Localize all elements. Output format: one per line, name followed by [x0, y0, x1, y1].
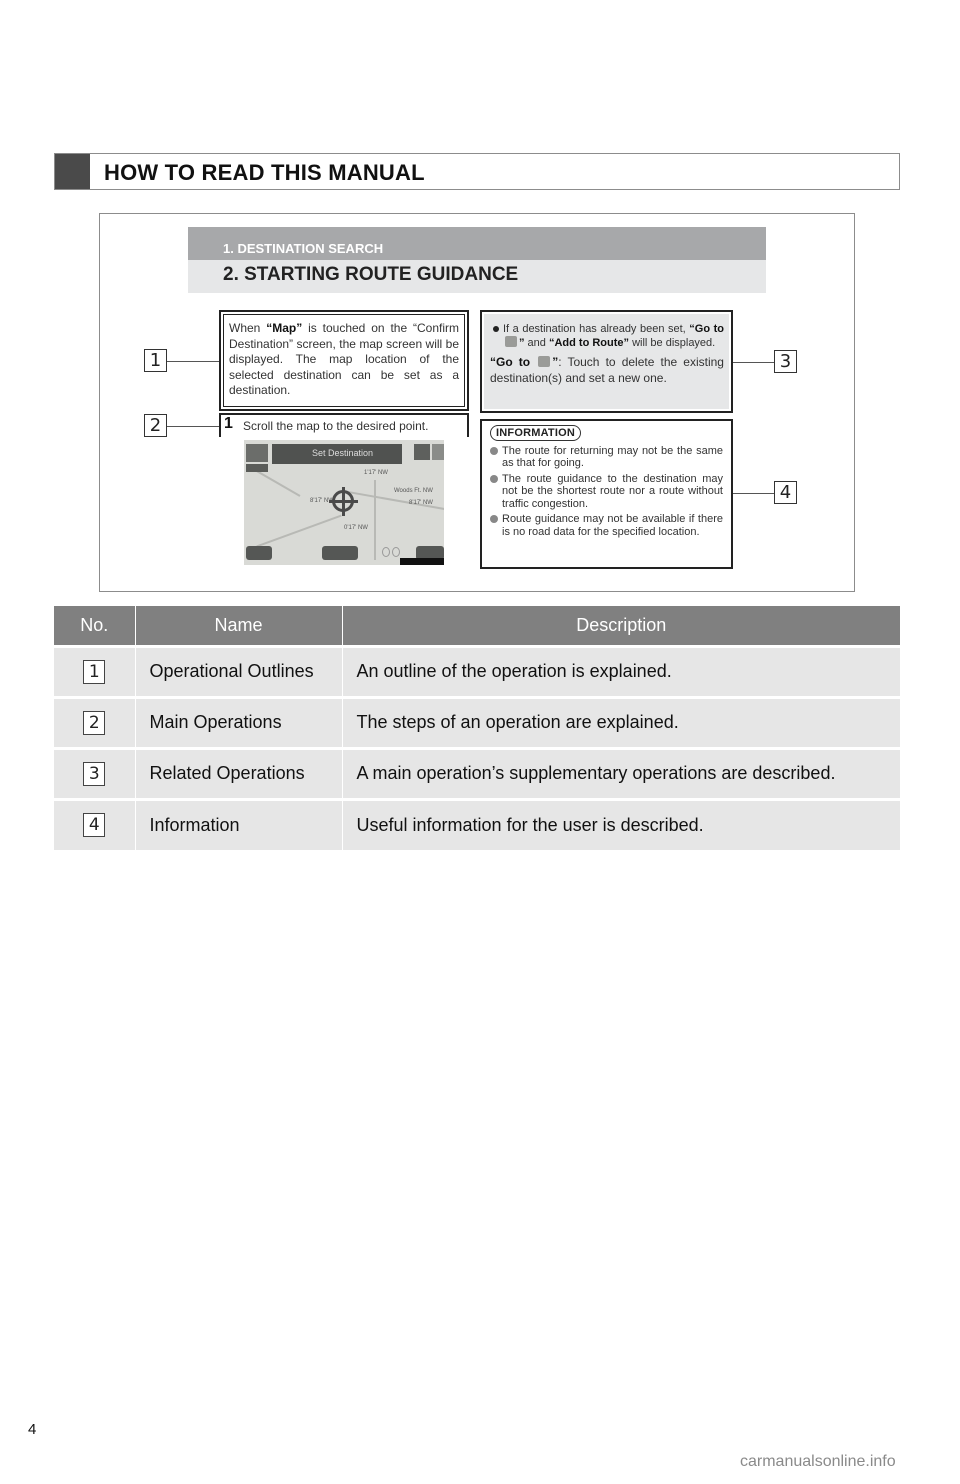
- row-name: Related Operations: [135, 746, 343, 799]
- menu-icon: [246, 444, 268, 462]
- map-label: 0'17' NW: [344, 525, 368, 531]
- step-text: Scroll the map to the desired point.: [243, 419, 429, 433]
- outline-bold: “Map”: [266, 321, 303, 335]
- destination-flag-icon: [538, 356, 551, 367]
- section-title: HOW TO READ THIS MANUAL: [104, 160, 425, 185]
- row-description: Useful information for the user is descr…: [342, 797, 900, 850]
- add-to-route-label: “Add to Route”: [548, 337, 630, 349]
- section-header: HOW TO READ THIS MANUAL: [54, 153, 900, 190]
- header-name: Name: [135, 606, 343, 646]
- row-description: The steps of an operation are explained.: [342, 695, 900, 748]
- zoom-icon: [382, 547, 390, 557]
- related-bullet: If a destination has already been set, “…: [490, 322, 724, 350]
- map-label: Woods Ft. NW: [394, 488, 433, 494]
- number-badge: 1: [83, 659, 106, 684]
- row-name: Information: [135, 797, 343, 850]
- callout-1: 1: [144, 349, 167, 372]
- table-row: 2 Main Operations The steps of an operat…: [54, 695, 900, 748]
- page-number: 4: [28, 1421, 37, 1438]
- destination-flag-icon: [505, 336, 517, 347]
- information-box: INFORMATION The route for returning may …: [480, 419, 733, 569]
- row-description: A main operation’s supplementary operati…: [342, 746, 900, 799]
- scale-bar: [400, 558, 444, 565]
- screen-title: Set Destination: [312, 448, 374, 458]
- row-name: Main Operations: [135, 695, 343, 748]
- and-text: and: [524, 337, 549, 349]
- section-bar: 2. STARTING ROUTE GUIDANCE: [188, 260, 766, 293]
- go-to-label: “Go to: [490, 355, 537, 369]
- crosshair-icon: [329, 487, 358, 516]
- chapter-bar: 1. DESTINATION SEARCH: [188, 227, 766, 260]
- row-description: An outline of the operation is explained…: [342, 644, 900, 697]
- map-icon: [414, 444, 430, 460]
- info-item: The route for returning may not be the s…: [490, 445, 723, 470]
- callout-line: [167, 426, 219, 427]
- callout-line: [733, 493, 775, 494]
- header-block-decoration: [55, 154, 90, 189]
- example-section-title: 2. STARTING ROUTE GUIDANCE: [223, 264, 519, 285]
- watermark-link[interactable]: carmanualsonline.info: [740, 1453, 896, 1471]
- navigation-screenshot: Set Destination 1'17' NW Woods Ft. NW 8'…: [244, 440, 444, 565]
- go-to-label: “Go to: [689, 323, 724, 335]
- step-number: 1: [224, 415, 233, 432]
- main-operation-step: 1 Scroll the map to the desired point.: [219, 413, 469, 437]
- outline-prefix: When: [229, 321, 267, 335]
- number-badge: 3: [83, 761, 106, 786]
- number-badge: 4: [83, 813, 106, 838]
- related-note: “Go to ”: Touch to delete the existing d…: [490, 354, 724, 386]
- outline-text: When “Map” is touched on the “Confirm De…: [223, 314, 465, 407]
- callout-3: 3: [774, 350, 797, 373]
- info-item: The route guidance to the destination ma…: [490, 473, 723, 511]
- callout-line: [167, 361, 219, 362]
- related-operations-box: If a destination has already been set, “…: [480, 310, 733, 413]
- screen-button-left: [246, 546, 272, 560]
- table-row: 1 Operational Outlines An outline of the…: [54, 644, 900, 697]
- map-label: 8'17' NW: [409, 500, 433, 506]
- table-row: 3 Related Operations A main operation’s …: [54, 746, 900, 799]
- header-description: Description: [342, 606, 900, 646]
- related-text: If a destination has already been set,: [503, 323, 686, 335]
- map-label: 1'17' NW: [364, 470, 388, 476]
- callout-line: [733, 362, 775, 363]
- header-no: No.: [54, 606, 136, 646]
- go-to-button: [322, 546, 358, 560]
- table-header-row: No. Name Description: [54, 606, 900, 646]
- table-row: 4 Information Useful information for the…: [54, 797, 900, 850]
- return-icon: [432, 444, 444, 460]
- number-badge: 2: [83, 710, 106, 735]
- legend-table: No. Name Description 1 Operational Outli…: [54, 606, 900, 850]
- information-tag: INFORMATION: [490, 425, 581, 441]
- screen-title-bar: Set Destination: [272, 444, 402, 464]
- chapter-title: 1. DESTINATION SEARCH: [223, 241, 384, 256]
- row-name: Operational Outlines: [135, 644, 343, 697]
- callout-2: 2: [144, 414, 167, 437]
- related-text-end: will be displayed.: [629, 337, 716, 349]
- operational-outline-box: When “Map” is touched on the “Confirm De…: [219, 310, 469, 411]
- callout-4: 4: [774, 481, 797, 504]
- menu-icon-label: [246, 464, 268, 472]
- info-item: Route guidance may not be available if t…: [490, 513, 723, 538]
- zoom-icon: [392, 547, 400, 557]
